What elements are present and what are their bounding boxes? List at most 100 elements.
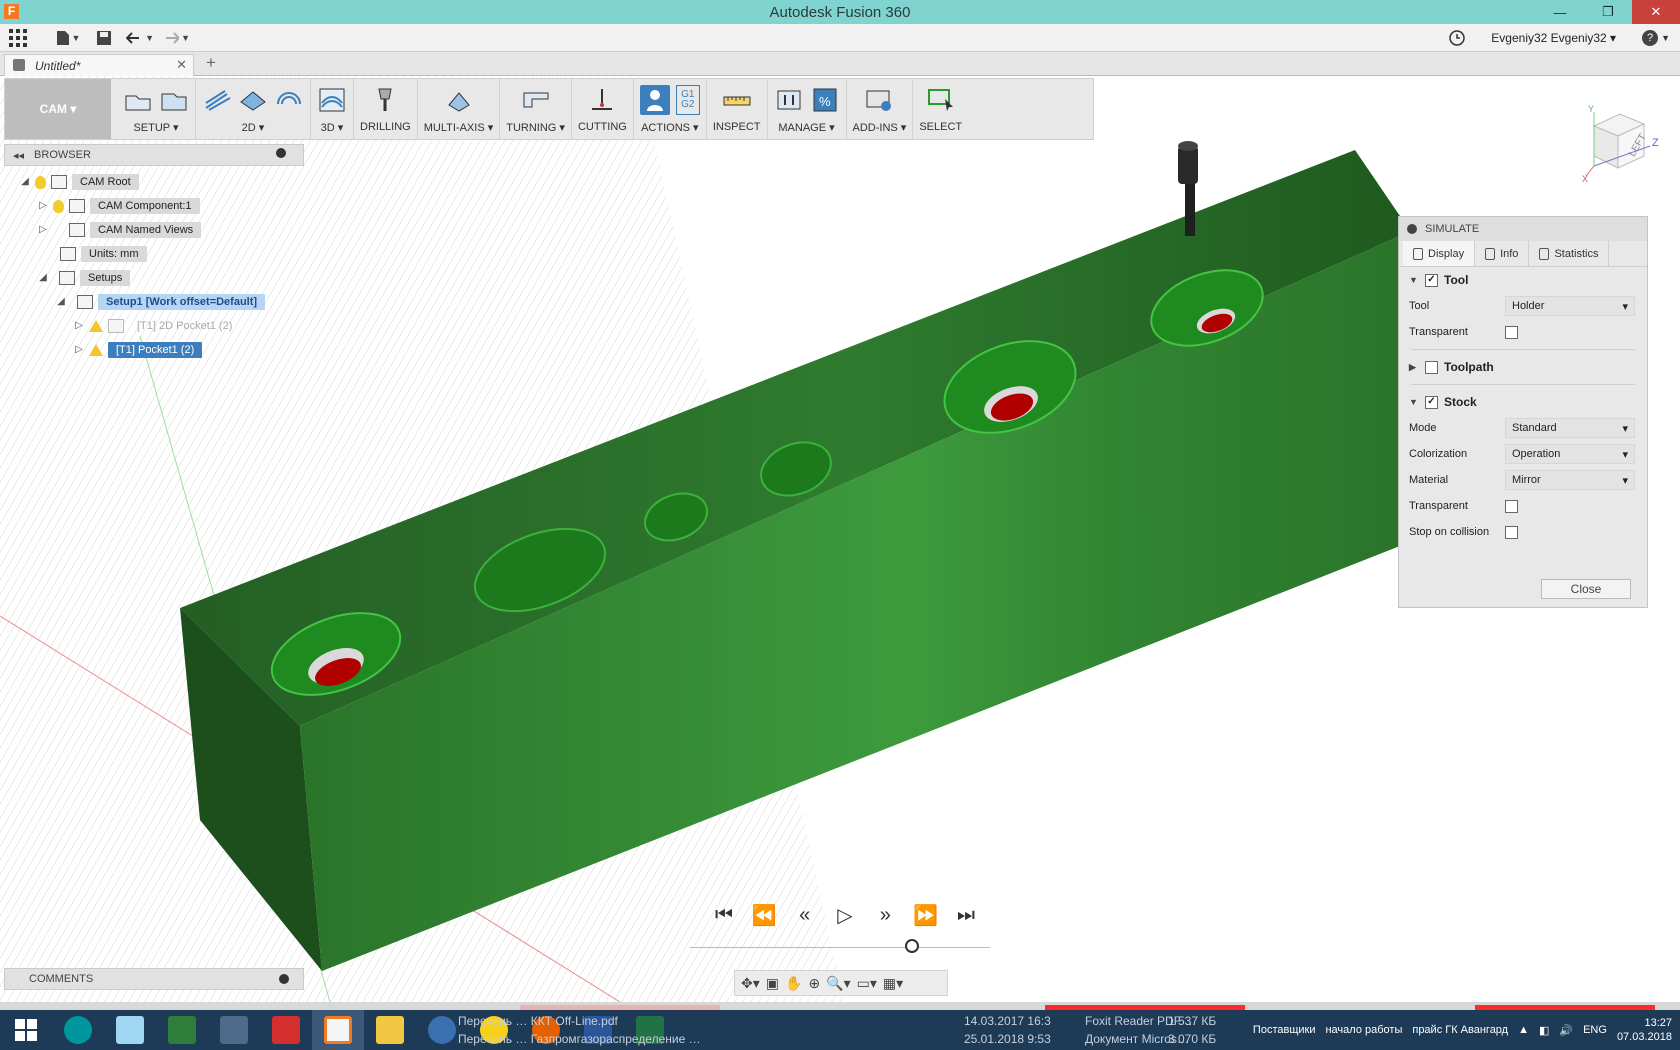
template-library-icon[interactable]: % bbox=[810, 85, 840, 115]
expand-arrow-icon[interactable]: ▷ bbox=[38, 225, 48, 235]
zoom-icon[interactable]: ⊕ bbox=[808, 975, 820, 992]
start-button[interactable] bbox=[0, 1010, 52, 1050]
user-menu[interactable]: Evgeniy32 Evgeniy32 ▾ bbox=[1491, 31, 1616, 45]
network-icon[interactable]: ◧ bbox=[1539, 1024, 1549, 1037]
collapse-arrow-icon[interactable]: ◢ bbox=[20, 177, 30, 187]
toolbar-group-inspect[interactable]: INSPECT bbox=[707, 79, 768, 139]
step-back-button[interactable]: « bbox=[791, 901, 819, 929]
tab-info[interactable]: Info bbox=[1475, 241, 1530, 266]
close-window-button[interactable]: ✕ bbox=[1632, 0, 1680, 24]
step-forward-button[interactable]: » bbox=[871, 901, 899, 929]
cutting-icon[interactable] bbox=[587, 85, 617, 115]
tab-display[interactable]: Display bbox=[1403, 241, 1476, 266]
2d-pocket-icon[interactable] bbox=[238, 85, 268, 115]
expand-arrow-icon[interactable]: ▷ bbox=[74, 345, 84, 355]
post-process-icon[interactable]: G1 G2 bbox=[675, 85, 700, 115]
language-indicator[interactable]: ENG bbox=[1583, 1024, 1607, 1036]
toolbar-group-manage[interactable]: % MANAGE ▾ bbox=[768, 79, 847, 139]
show-hidden-icons[interactable]: ▲ bbox=[1518, 1024, 1529, 1036]
toolbar-group-setup[interactable]: SETUP ▾ bbox=[117, 79, 196, 139]
explorer-app[interactable] bbox=[364, 1010, 416, 1050]
display-settings-icon[interactable]: ▭▾ bbox=[857, 975, 877, 992]
expand-arrow-icon[interactable]: ▷ bbox=[38, 201, 48, 211]
close-tab-icon[interactable]: ✕ bbox=[176, 57, 187, 73]
fit-icon[interactable]: 🔍▾ bbox=[826, 975, 850, 992]
tool-library-icon[interactable] bbox=[774, 85, 804, 115]
data-panel-button[interactable] bbox=[0, 24, 36, 52]
toolbar-group-add-ins[interactable]: ADD-INS ▾ bbox=[847, 79, 914, 139]
workspace-switcher[interactable]: CAM ▾ bbox=[5, 79, 111, 139]
scripts-icon[interactable] bbox=[864, 85, 894, 115]
stop-on-collision-checkbox[interactable] bbox=[1505, 525, 1518, 539]
collapse-panel-icon[interactable]: ◂◂ bbox=[13, 149, 24, 162]
fusion-app[interactable] bbox=[312, 1010, 364, 1050]
new-setup-icon[interactable] bbox=[123, 85, 153, 115]
browser-header[interactable]: ◂◂ BROWSER bbox=[4, 144, 304, 166]
toolbar-group-select[interactable]: SELECT bbox=[913, 79, 968, 139]
help-button[interactable]: ? ▼ bbox=[1642, 30, 1670, 46]
stock-transparent-checkbox[interactable] bbox=[1505, 499, 1518, 513]
collapse-arrow-icon[interactable]: ▼ bbox=[1409, 275, 1419, 285]
expand-arrow-icon[interactable]: ▶ bbox=[1409, 362, 1419, 373]
grid-settings-icon[interactable]: ▦▾ bbox=[883, 975, 903, 992]
measure-icon[interactable] bbox=[722, 85, 752, 115]
tree-node-named-views[interactable]: ▷ CAM Named Views bbox=[38, 220, 202, 240]
toolbar-group-2d[interactable]: 2D ▾ bbox=[196, 79, 311, 139]
2d-contour-icon[interactable] bbox=[274, 85, 304, 115]
tree-node-pocket1[interactable]: ▷ [T1] Pocket1 (2) bbox=[74, 340, 203, 360]
new-tab-button[interactable]: + bbox=[206, 53, 216, 73]
tree-node-setup1[interactable]: ◢ Setup1 [Work offset=Default] bbox=[56, 292, 266, 312]
file-menu-button[interactable]: ▼ bbox=[50, 24, 86, 52]
mode-dropdown[interactable]: Standard ▾ bbox=[1505, 418, 1635, 438]
material-dropdown[interactable]: Mirror ▾ bbox=[1505, 470, 1635, 490]
tool-dropdown[interactable]: Holder ▾ bbox=[1505, 296, 1635, 316]
tree-node-setups[interactable]: ◢ Setups bbox=[38, 268, 131, 288]
collapse-arrow-icon[interactable]: ▼ bbox=[1409, 397, 1419, 407]
setup-sheet-icon[interactable] bbox=[159, 85, 189, 115]
clock[interactable]: 13:27 07.03.2018 bbox=[1617, 1016, 1672, 1044]
add-comment-icon[interactable] bbox=[279, 974, 289, 984]
simulation-timeline-handle[interactable] bbox=[905, 939, 919, 953]
tool-section-header[interactable]: ▼ ✓ Tool bbox=[1399, 267, 1647, 293]
toolpath-section-header[interactable]: ▶ Toolpath bbox=[1399, 354, 1647, 380]
toolbar-group-multi-axis[interactable]: MULTI-AXIS ▾ bbox=[418, 79, 501, 139]
tree-node-cam-root[interactable]: ◢ CAM Root bbox=[20, 172, 139, 192]
turning-icon[interactable] bbox=[521, 85, 551, 115]
tools-app[interactable] bbox=[208, 1010, 260, 1050]
toolbar-group-turning[interactable]: TURNING ▾ bbox=[500, 79, 572, 139]
pan-icon[interactable]: ✋ bbox=[785, 975, 802, 992]
simulation-timeline-track[interactable] bbox=[690, 947, 990, 948]
solidworks-app[interactable] bbox=[260, 1010, 312, 1050]
collapse-arrow-icon[interactable]: ◢ bbox=[56, 297, 66, 307]
collapse-panel-icon[interactable] bbox=[1407, 224, 1417, 234]
stock-checkbox[interactable]: ✓ bbox=[1425, 395, 1438, 409]
tab-statistics[interactable]: Statistics bbox=[1529, 241, 1610, 266]
toolbar-group-cutting[interactable]: CUTTING bbox=[572, 79, 634, 139]
minimize-browser-icon[interactable] bbox=[276, 148, 286, 158]
tree-node-units[interactable]: Units: mm bbox=[54, 244, 147, 264]
restore-button[interactable]: ❐ bbox=[1584, 0, 1632, 24]
v5-app[interactable] bbox=[156, 1010, 208, 1050]
toolbar-group-actions[interactable]: G1 G2 ACTIONS ▾ bbox=[634, 79, 707, 139]
stock-section-header[interactable]: ▼ ✓ Stock bbox=[1399, 389, 1647, 415]
visibility-bulb-icon[interactable] bbox=[35, 175, 46, 189]
2d-adaptive-icon[interactable] bbox=[202, 85, 232, 115]
minimize-button[interactable]: — bbox=[1536, 0, 1584, 24]
drill-icon[interactable] bbox=[370, 85, 400, 115]
play-button[interactable]: ▷ bbox=[831, 901, 859, 929]
undo-button[interactable]: ▼ bbox=[122, 24, 158, 52]
simulate-icon[interactable] bbox=[639, 85, 670, 115]
volume-icon[interactable]: 🔊 bbox=[1559, 1024, 1573, 1037]
save-button[interactable] bbox=[86, 24, 122, 52]
toolbar-group-3d[interactable]: 3D ▾ bbox=[311, 79, 354, 139]
next-operation-button[interactable]: ⏩ bbox=[912, 901, 940, 929]
go-to-end-button[interactable]: ⏭ bbox=[952, 901, 980, 929]
visibility-bulb-icon[interactable] bbox=[53, 199, 64, 213]
expand-arrow-icon[interactable]: ▷ bbox=[74, 321, 84, 331]
close-button[interactable]: Close bbox=[1541, 579, 1631, 599]
3d-adaptive-icon[interactable] bbox=[317, 85, 347, 115]
cube-app[interactable] bbox=[104, 1010, 156, 1050]
clock-icon[interactable] bbox=[1449, 30, 1466, 46]
look-at-icon[interactable]: ▣ bbox=[766, 975, 779, 992]
colorization-dropdown[interactable]: Operation ▾ bbox=[1505, 444, 1635, 464]
